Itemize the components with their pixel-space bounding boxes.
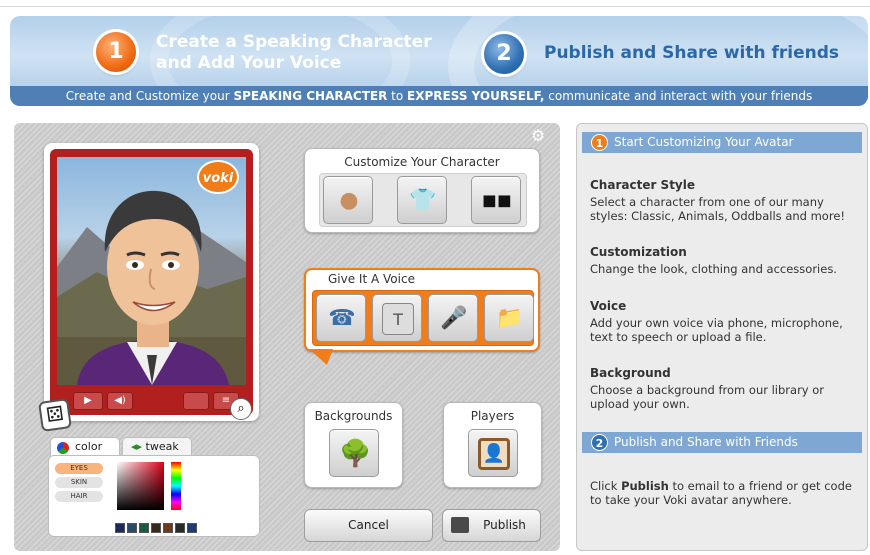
backgrounds-button[interactable]: 🌳 [329,429,379,477]
swatch[interactable] [175,523,185,533]
step1-title-line1: Create a Speaking Character [156,32,432,52]
step2-header: 2 Publish and Share with Friends [582,432,862,453]
step1-header: 1 Start Customizing Your Avatar [582,132,862,153]
banner-tagline: Create and Customize your SPEAKING CHARA… [10,86,868,106]
tab-color[interactable]: color [50,437,120,457]
section-title: Character Style [590,178,695,192]
players-button[interactable]: 👤 [468,429,518,477]
section-text: Change the look, clothing and accessorie… [590,262,837,276]
swatch[interactable] [187,523,197,533]
step2-title: Publish and Share with friends [544,43,840,63]
instructions-sidebar: 1 Start Customizing Your Avatar Characte… [576,123,868,551]
tree-icon: 🌳 [339,439,372,469]
voice-text-button[interactable]: T [372,294,422,342]
hue-slider[interactable] [171,462,181,510]
cancel-button[interactable]: Cancel [304,509,433,542]
publish-button[interactable]: Publish [442,509,541,542]
option-hair[interactable]: HAIR [55,491,103,502]
publish-button-label: Publish [483,518,526,532]
randomize-dice-icon[interactable]: ⚄ [38,398,72,432]
step1-badge: 1 [96,32,136,72]
top-divider [0,6,870,7]
keyboard-icon: T [382,303,414,335]
clothing-icon: 👕 [409,188,437,213]
step1-title: Create a Speaking Character and Add Your… [156,32,432,74]
voice-upload-button[interactable]: 📁 [484,294,534,342]
customize-title: Customize Your Character [344,155,500,169]
swatch[interactable] [127,523,137,533]
section-title: Voice [590,299,627,313]
person-icon: ● [339,188,359,213]
voki-logo: voki [197,160,239,194]
tagline-part: to [391,89,404,103]
color-wheel-icon [57,442,69,454]
section-text: Add your own voice via phone, microphone… [590,316,843,344]
voice-panel: Give It A Voice ☎ T 🎤 📁 [304,268,540,352]
voice-mic-button[interactable]: 🎤 [428,294,478,342]
step2-badge: 2 [484,34,524,74]
tab-color-label: color [75,440,103,453]
character-style-button[interactable]: ● [323,176,373,224]
swatch[interactable] [163,523,173,533]
swatch[interactable] [115,523,125,533]
section-text: Choose a background from our library or … [590,383,825,411]
monitor-icon [451,517,469,533]
player-option-button[interactable] [183,392,209,410]
clothing-button[interactable]: 👕 [397,176,447,224]
option-eyes[interactable]: EYES [55,463,103,474]
color-picker-panel: EYES SKIN HAIR [48,455,260,537]
tagline-bold: EXPRESS YOURSELF, [407,89,545,103]
backgrounds-panel: Backgrounds 🌳 [304,402,403,488]
swatch[interactable] [151,523,161,533]
players-panel: Players 👤 [443,402,542,488]
step1-header-text: Start Customizing Your Avatar [614,135,794,149]
publish-text-bold: Publish [621,479,669,493]
tab-tweak-label: tweak [145,440,179,453]
tagline-bold: SPEAKING CHARACTER [233,89,388,103]
play-button[interactable]: ▶ [73,392,103,410]
voice-title: Give It A Voice [328,272,415,286]
saturation-picker[interactable] [117,462,164,510]
folder-upload-icon: 📁 [496,306,524,331]
step1-number-badge: 1 [591,134,608,151]
step1-title-line2: and Add Your Voice [156,53,342,73]
option-skin[interactable]: SKIN [55,477,103,488]
step2-number-badge: 2 [591,434,608,451]
publish-instructions: Click Publish to email to a friend or ge… [590,479,860,507]
players-title: Players [470,409,515,423]
section-text: Select a character from one of our many … [590,195,846,223]
steps-banner: 1 Create a Speaking Character and Add Yo… [10,16,868,106]
tagline-part: Create and Customize your [65,89,230,103]
tagline-part: communicate and interact with your frien… [548,89,813,103]
publish-text-part: Click [590,479,618,493]
sunglasses-icon: ◼◼ [482,190,512,211]
settings-gear-icon[interactable]: ⚙ [527,126,549,145]
section-title: Background [590,366,671,380]
voice-phone-button[interactable]: ☎ [316,294,366,342]
section-title: Customization [590,245,687,259]
phone-icon: ☎ [328,306,356,331]
volume-button[interactable]: ◀) [107,392,133,410]
color-swatches [115,518,199,533]
framed-portrait-icon: 👤 [478,438,510,470]
step2-header-text: Publish and Share with Friends [614,435,798,449]
backgrounds-title: Backgrounds [314,409,393,423]
tab-tweak[interactable]: ◂▸ tweak [122,437,192,457]
zoom-icon[interactable]: ⌕ [230,398,252,420]
player-controls: ▶ ◀) ≡ [57,389,246,411]
swatch[interactable] [139,523,149,533]
customize-panel: Customize Your Character ● 👕 ◼◼ [304,148,540,233]
microphone-icon: 🎤 [440,306,468,331]
accessories-button[interactable]: ◼◼ [471,176,521,224]
arrows-icon: ◂▸ [131,440,143,453]
